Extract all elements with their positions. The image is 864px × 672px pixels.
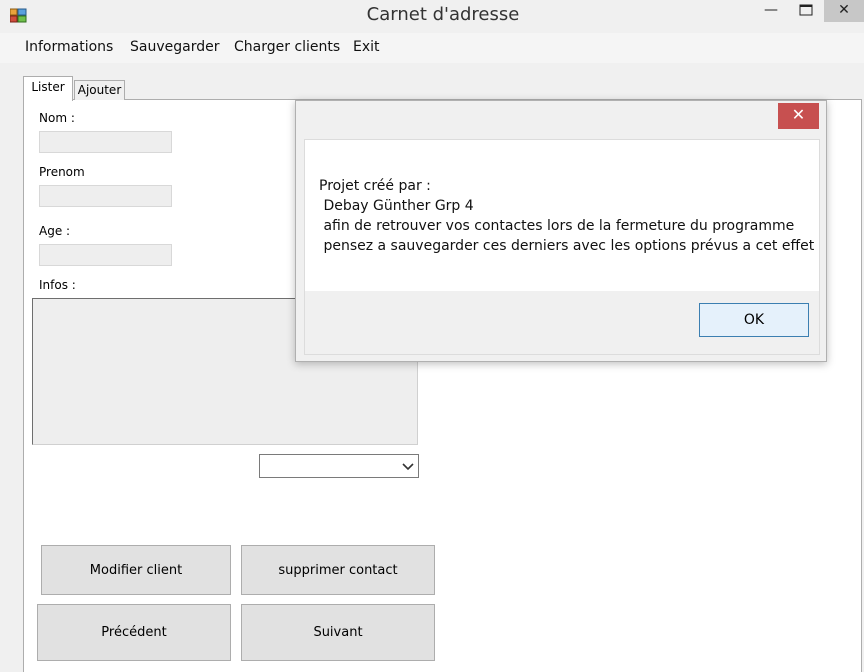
age-field[interactable]	[39, 244, 172, 266]
menu-item-informations[interactable]: Informations	[25, 39, 113, 55]
dialog-message-area: Projet créé par : Debay Günther Grp 4 af…	[304, 139, 820, 291]
contact-dropdown[interactable]	[259, 454, 419, 478]
modify-client-button[interactable]: Modifier client	[41, 545, 231, 595]
maximize-button[interactable]	[789, 0, 823, 22]
menu-item-exit[interactable]: Exit	[353, 39, 380, 55]
chevron-down-icon	[402, 463, 414, 471]
window-title: Carnet d'adresse	[366, 4, 520, 25]
age-label: Age :	[39, 224, 71, 238]
minimize-button[interactable]: —	[754, 0, 788, 22]
prenom-label: Prenom	[39, 165, 85, 179]
close-button[interactable]: ✕	[824, 0, 864, 22]
maximize-icon	[799, 4, 813, 16]
nom-label: Nom :	[39, 111, 75, 125]
menu-item-sauvegarder[interactable]: Sauvegarder	[130, 39, 219, 55]
dialog-message-line: Debay Günther Grp 4	[319, 198, 474, 214]
dialog-close-button[interactable]: ✕	[778, 103, 819, 129]
tab-ajouter[interactable]: Ajouter	[74, 80, 125, 100]
dialog-message-line: afin de retrouver vos contactes lors de …	[319, 218, 795, 234]
dialog-message-line: pensez a sauvegarder ces derniers avec l…	[319, 238, 815, 254]
prenom-field[interactable]	[39, 185, 172, 207]
delete-contact-button[interactable]: supprimer contact	[241, 545, 435, 595]
tab-lister[interactable]: Lister	[23, 76, 73, 101]
next-button[interactable]: Suivant	[241, 604, 435, 661]
menu-item-charger-clients[interactable]: Charger clients	[234, 39, 340, 55]
about-dialog: ✕ Projet créé par : Debay Günther Grp 4 …	[295, 100, 827, 362]
ok-button[interactable]: OK	[699, 303, 809, 337]
previous-button[interactable]: Précédent	[37, 604, 231, 661]
dialog-message-line: Projet créé par :	[319, 178, 431, 194]
nom-field[interactable]	[39, 131, 172, 153]
infos-label: Infos :	[39, 278, 76, 292]
